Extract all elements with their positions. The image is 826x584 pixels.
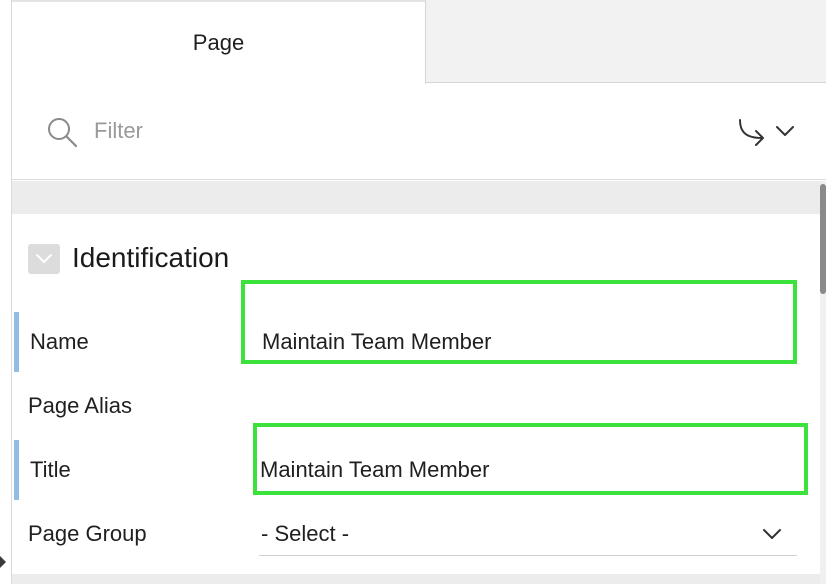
search-icon (48, 118, 78, 148)
tab-page-label: Page (192, 30, 245, 55)
filter-input[interactable] (94, 114, 694, 148)
tab-page[interactable]: Page (12, 0, 426, 84)
page-group-label: Page Group (28, 521, 147, 546)
scrollbar-thumb[interactable] (820, 184, 826, 294)
required-marker (14, 312, 19, 372)
title-field[interactable]: Maintain Team Member (260, 456, 489, 484)
page-group-select[interactable]: - Select - (259, 512, 797, 556)
page-alias-field[interactable] (262, 392, 782, 420)
page-alias-label: Page Alias (28, 393, 132, 418)
goto-group-button[interactable] (736, 114, 798, 148)
section-title: Identification (72, 242, 230, 273)
section-bottom-band (12, 574, 820, 584)
chevron-down-icon (776, 126, 794, 136)
chevron-down-icon (763, 529, 781, 539)
chevron-down-icon (36, 254, 52, 263)
goto-arrow-icon (739, 119, 764, 146)
name-field[interactable]: Maintain Team Member (262, 328, 491, 356)
property-editor: Page Identification Name Maintain Team M… (0, 0, 826, 584)
required-marker (14, 440, 19, 500)
title-label: Title (30, 457, 71, 482)
page-group-selected-value: - Select - (261, 521, 350, 546)
expand-arrow-icon[interactable] (0, 556, 6, 568)
section-collapse-button[interactable] (28, 244, 60, 274)
section-divider-band (12, 181, 820, 214)
name-label: Name (30, 329, 89, 354)
